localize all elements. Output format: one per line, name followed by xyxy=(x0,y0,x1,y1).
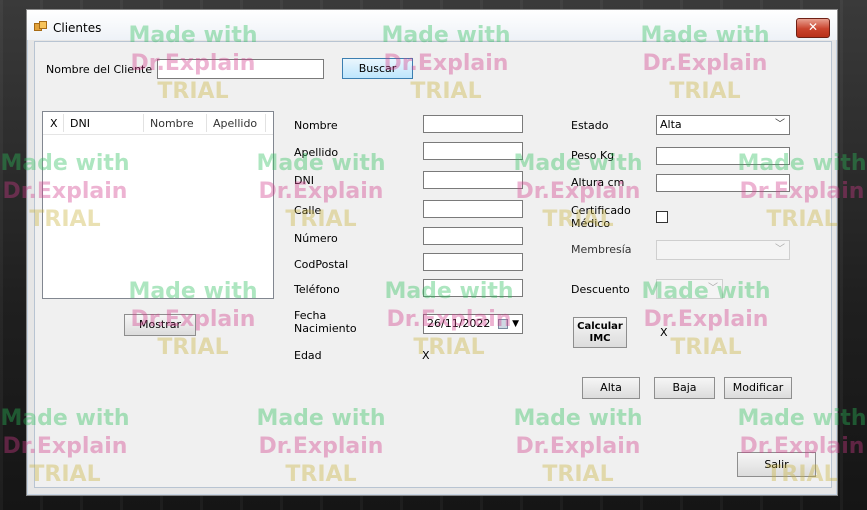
membresia-label: Membresía xyxy=(571,243,632,256)
certificado-label-line1: Certificado xyxy=(571,204,631,217)
descuento-label: Descuento xyxy=(571,283,630,296)
calendar-icon[interactable] xyxy=(498,319,508,329)
chevron-down-icon[interactable]: ▼ xyxy=(512,315,519,333)
salir-button[interactable]: Salir xyxy=(737,452,816,477)
altura-input[interactable] xyxy=(656,174,790,192)
column-header-nombre[interactable]: Nombre xyxy=(150,117,194,130)
peso-input[interactable] xyxy=(656,147,790,165)
window-title: Clientes xyxy=(53,21,102,35)
calcular-imc-button[interactable]: Calcular IMC xyxy=(573,317,627,348)
telefono-input[interactable] xyxy=(423,279,523,297)
descuento-select[interactable]: ﹀ xyxy=(656,279,723,299)
certificado-checkbox[interactable] xyxy=(656,211,668,223)
certificado-label-line2: Médico xyxy=(571,217,611,230)
codpostal-input[interactable] xyxy=(423,253,523,271)
nombre-input[interactable] xyxy=(423,115,523,133)
title-bar: Clientes ✕ xyxy=(27,10,837,40)
edad-value: X xyxy=(422,349,430,362)
altura-label: Altura cm xyxy=(571,176,625,189)
codpostal-label: CodPostal xyxy=(294,258,349,271)
modificar-button[interactable]: Modificar xyxy=(724,377,792,399)
clients-listview[interactable]: X DNI Nombre Apellido xyxy=(42,111,274,299)
numero-input[interactable] xyxy=(423,227,523,245)
peso-label: Peso Kg xyxy=(571,149,615,162)
fecha-label-line1: Fecha xyxy=(294,309,327,322)
numero-label: Número xyxy=(294,232,338,245)
column-header-apellido[interactable]: Apellido xyxy=(213,117,257,130)
membresia-select[interactable]: ﹀ xyxy=(656,240,790,260)
fecha-label-line2: Nacimiento xyxy=(294,322,357,335)
close-button[interactable]: ✕ xyxy=(796,18,830,38)
clientes-window: Clientes ✕ Nombre del Cliente Buscar X D… xyxy=(26,9,838,496)
apellido-input[interactable] xyxy=(423,142,523,160)
dni-input[interactable] xyxy=(423,171,523,189)
calle-input[interactable] xyxy=(423,200,523,218)
nombre-label: Nombre xyxy=(294,119,338,132)
form-body: Nombre del Cliente Buscar X DNI Nombre A… xyxy=(34,41,832,488)
chevron-down-icon: ﹀ xyxy=(775,244,785,255)
fecha-nacimiento-picker[interactable]: 26/11/2022 ▼ xyxy=(423,314,523,334)
baja-button[interactable]: Baja xyxy=(654,377,715,399)
dni-label: DNI xyxy=(294,174,314,187)
listview-header: X DNI Nombre Apellido xyxy=(43,112,273,135)
search-label: Nombre del Cliente xyxy=(46,63,153,76)
chevron-down-icon: ﹀ xyxy=(708,283,718,294)
app-icon xyxy=(34,21,47,31)
buscar-button[interactable]: Buscar xyxy=(342,58,413,79)
column-header-x[interactable]: X xyxy=(50,117,58,130)
estado-label: Estado xyxy=(571,119,609,132)
search-input[interactable] xyxy=(157,59,324,79)
estado-value: Alta xyxy=(660,118,682,131)
calcular-imc-line2: IMC xyxy=(589,333,611,344)
fecha-value: 26/11/2022 xyxy=(427,317,491,330)
column-header-dni[interactable]: DNI xyxy=(70,117,90,130)
telefono-label: Teléfono xyxy=(294,283,340,296)
imc-value: X xyxy=(660,326,668,339)
mostrar-button[interactable]: Mostrar xyxy=(124,314,196,336)
chevron-down-icon: ﹀ xyxy=(775,119,785,130)
estado-select[interactable]: Alta ﹀ xyxy=(656,115,790,135)
calle-label: Calle xyxy=(294,204,322,217)
edad-label: Edad xyxy=(294,349,322,362)
alta-button[interactable]: Alta xyxy=(582,377,640,399)
apellido-label: Apellido xyxy=(294,146,339,159)
calcular-imc-line1: Calcular xyxy=(577,321,623,332)
